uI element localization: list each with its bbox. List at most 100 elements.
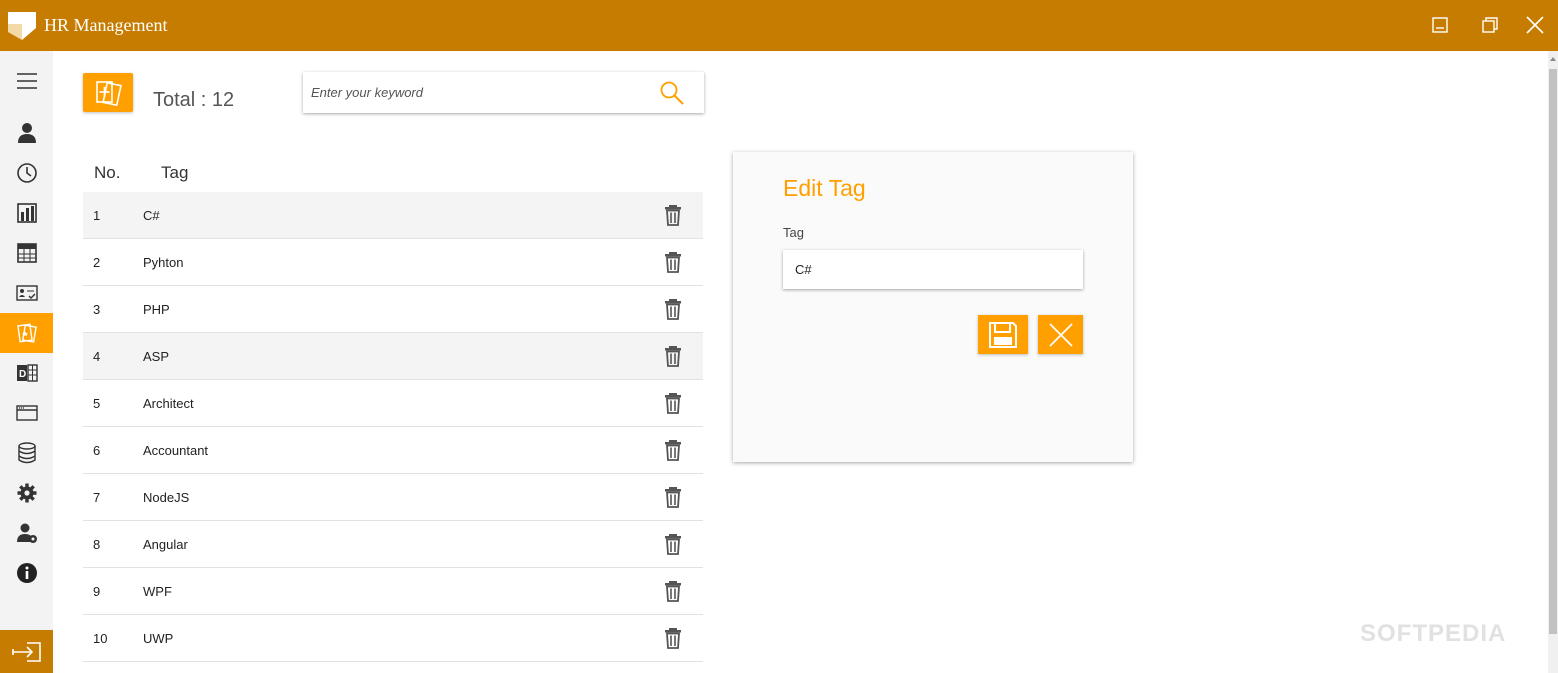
- database-icon: [17, 442, 36, 464]
- user-settings-icon: [16, 523, 37, 543]
- close-icon[interactable]: [1523, 13, 1547, 37]
- row-number: 4: [93, 349, 101, 364]
- info-icon: [16, 563, 37, 583]
- row-tag: Architect: [143, 396, 194, 411]
- save-button[interactable]: [978, 315, 1028, 354]
- table-row[interactable]: 6 Accountant: [83, 427, 703, 474]
- tag-field[interactable]: [795, 259, 1065, 279]
- app-logo-icon: [8, 12, 36, 40]
- delete-icon[interactable]: [663, 533, 683, 555]
- sidebar-item-calendar[interactable]: [0, 233, 53, 273]
- delete-icon[interactable]: [663, 627, 683, 649]
- title-bar: HR Management: [0, 0, 1558, 51]
- watermark: SOFTPEDIA: [1360, 620, 1507, 647]
- add-tag-button[interactable]: [83, 73, 133, 112]
- row-number: 7: [93, 490, 101, 505]
- total-count: Total : 12: [153, 89, 235, 111]
- sidebar-item-windows[interactable]: [0, 393, 53, 433]
- row-number: 8: [93, 537, 101, 552]
- app-title: HR Management: [44, 15, 168, 35]
- row-tag: Angular: [143, 537, 188, 552]
- restore-icon[interactable]: [1478, 13, 1502, 37]
- delete-icon[interactable]: [663, 251, 683, 273]
- svg-text:D: D: [19, 369, 26, 380]
- row-tag: WPF: [143, 584, 172, 599]
- row-number: 5: [93, 396, 101, 411]
- tag-table: No. Tag 1 C# 2 Pyhton 3 PHP 4 ASP 5 Architect 6 Acc…: [83, 151, 703, 662]
- logout-button[interactable]: [0, 630, 53, 673]
- search-input[interactable]: [311, 80, 641, 104]
- row-tag: NodeJS: [143, 490, 190, 505]
- sidebar-item-reports[interactable]: [0, 193, 53, 233]
- sidebar: D: [0, 51, 53, 673]
- delete-icon[interactable]: [663, 298, 683, 320]
- delete-icon[interactable]: [663, 486, 683, 508]
- row-number: 9: [93, 584, 101, 599]
- row-tag: PHP: [143, 302, 170, 317]
- sidebar-item-menu[interactable]: [0, 61, 53, 101]
- sidebar-item-user-settings[interactable]: [0, 513, 53, 553]
- sidebar-item-settings[interactable]: [0, 473, 53, 513]
- minimize-icon[interactable]: [1428, 13, 1452, 37]
- window-icon: [15, 405, 38, 421]
- calendar-icon: [16, 243, 37, 263]
- edit-panel-title: Edit Tag: [783, 175, 866, 201]
- table-row[interactable]: 10 UWP: [83, 615, 703, 662]
- row-number: 10: [93, 631, 108, 646]
- table-row[interactable]: 2 Pyhton: [83, 239, 703, 286]
- menu-icon: [16, 73, 37, 89]
- table-row[interactable]: 4 ASP: [83, 333, 703, 380]
- employee-icon: [17, 123, 36, 143]
- row-tag: ASP: [143, 349, 170, 364]
- clock-icon: [16, 163, 37, 183]
- delete-icon[interactable]: [663, 580, 683, 602]
- sidebar-item-departments[interactable]: D: [0, 353, 53, 393]
- delete-icon[interactable]: [663, 204, 683, 226]
- delete-icon[interactable]: [663, 345, 683, 367]
- column-header-no: No.: [94, 163, 121, 182]
- main-content: Total : 12 No. Tag 1 C# 2 Pyhton 3 PHP 4 ASP 5 Ar…: [53, 51, 1548, 673]
- sidebar-item-attendance[interactable]: [0, 153, 53, 193]
- tag-cards-icon: [16, 323, 37, 343]
- edit-tag-panel: Edit Tag Tag: [733, 152, 1133, 462]
- table-row[interactable]: 3 PHP: [83, 286, 703, 333]
- row-number: 6: [93, 443, 101, 458]
- table-header: No. Tag: [83, 151, 703, 192]
- table-row[interactable]: 9 WPF: [83, 568, 703, 615]
- row-number: 2: [93, 255, 101, 270]
- row-tag: Accountant: [143, 443, 209, 458]
- close-icon: [1048, 322, 1073, 347]
- delete-icon[interactable]: [663, 392, 683, 414]
- save-icon: [989, 321, 1017, 348]
- add-card-icon: [96, 80, 122, 106]
- sidebar-item-database[interactable]: [0, 433, 53, 473]
- row-number: 1: [93, 208, 101, 223]
- row-tag: C#: [143, 208, 160, 223]
- tag-field-box[interactable]: [783, 250, 1083, 289]
- table-row[interactable]: 5 Architect: [83, 380, 703, 427]
- scroll-up-icon[interactable]: [1549, 55, 1557, 63]
- sidebar-item-about[interactable]: [0, 553, 53, 593]
- scrollbar-thumb[interactable]: [1549, 69, 1557, 634]
- table-row[interactable]: 8 Angular: [83, 521, 703, 568]
- column-header-tag: Tag: [161, 163, 189, 182]
- table-row[interactable]: 1 C#: [83, 192, 703, 239]
- table-row[interactable]: 7 NodeJS: [83, 474, 703, 521]
- sidebar-item-employees[interactable]: [0, 113, 53, 153]
- vertical-scrollbar[interactable]: [1548, 51, 1558, 673]
- id-card-icon: [15, 285, 38, 301]
- tag-field-label: Tag: [783, 225, 804, 240]
- search-box[interactable]: [303, 72, 704, 113]
- bar-chart-icon: [16, 203, 37, 223]
- sidebar-item-profiles[interactable]: [0, 273, 53, 313]
- gear-icon: [17, 483, 36, 503]
- sidebar-item-tags[interactable]: [0, 313, 53, 353]
- table-body: 1 C# 2 Pyhton 3 PHP 4 ASP 5 Architect 6 Accountant 7…: [83, 192, 703, 662]
- department-icon: D: [16, 364, 38, 382]
- row-tag: UWP: [143, 631, 174, 646]
- logout-icon: [11, 641, 41, 662]
- delete-icon[interactable]: [663, 439, 683, 461]
- search-icon[interactable]: [659, 80, 685, 106]
- cancel-button[interactable]: [1038, 315, 1083, 354]
- row-number: 3: [93, 302, 101, 317]
